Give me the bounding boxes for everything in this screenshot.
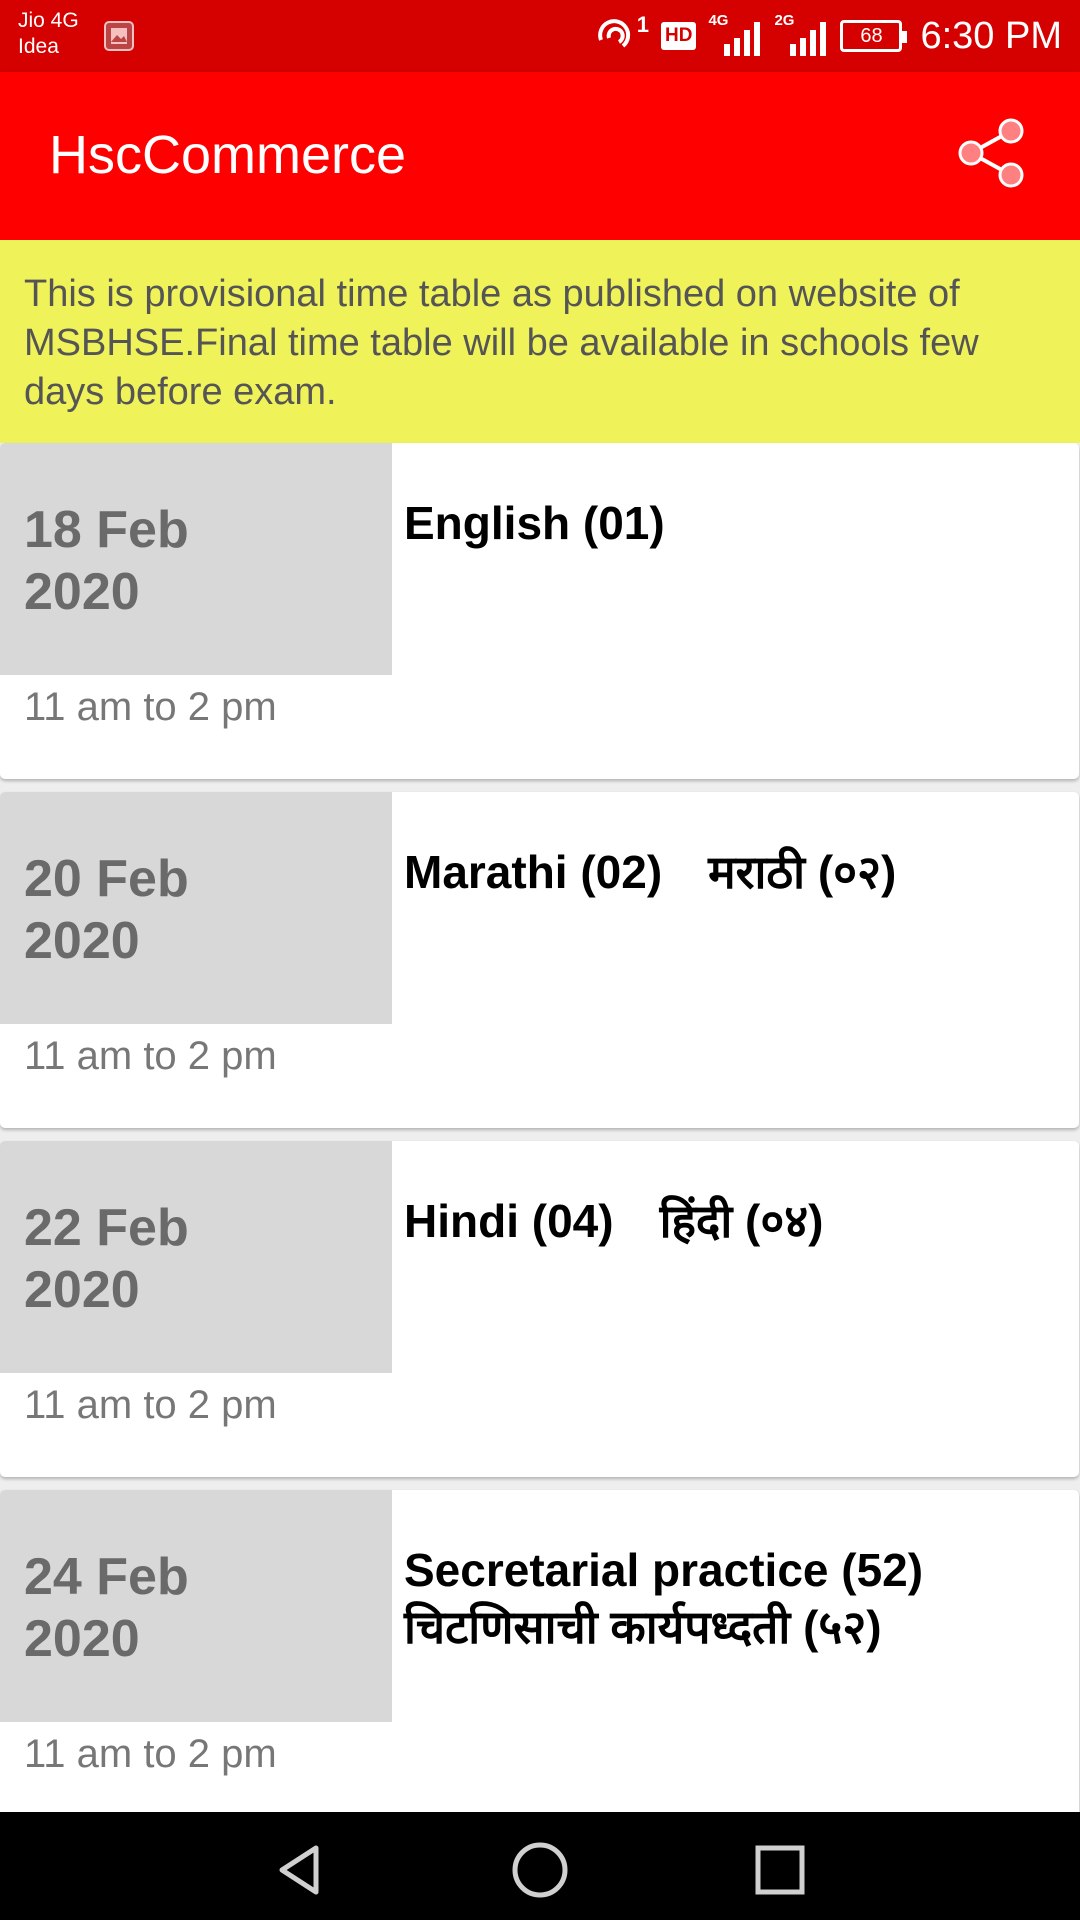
- exam-time: 11 am to 2 pm: [24, 1732, 277, 1776]
- exam-subject-english: English (01): [404, 497, 665, 549]
- exam-card[interactable]: 24 Feb 2020 Secretarial practice (52) चि…: [0, 1490, 1079, 1826]
- exam-card[interactable]: 20 Feb 2020 Marathi (02) मराठी (०२) 11 am…: [0, 792, 1079, 1128]
- sync-icon: [597, 19, 630, 48]
- sync-badge: 1: [636, 12, 650, 37]
- share-button[interactable]: [948, 110, 1034, 196]
- exam-subject-marathi: चिटणिसाची कार्यपध्दती (५२): [404, 1601, 882, 1653]
- exam-date: 20 Feb 2020: [0, 792, 392, 1024]
- home-icon[interactable]: [510, 1840, 570, 1900]
- navigation-bar: [0, 1812, 1080, 1920]
- exam-subject-english: Hindi (04): [404, 1195, 614, 1247]
- exam-date-day: 18 Feb: [24, 501, 189, 559]
- carrier-line-2: Idea: [18, 35, 59, 58]
- carrier-line-1: Jio 4G: [18, 9, 79, 32]
- exam-date-year: 2020: [24, 563, 140, 621]
- sim2-signal-icon: 2G: [774, 12, 828, 60]
- exam-subject: Hindi (04) हिंदी (०४): [404, 1193, 1059, 1250]
- app-bar: HscCommerce: [0, 72, 1080, 240]
- exam-date: 24 Feb 2020: [0, 1490, 392, 1722]
- recents-icon[interactable]: [750, 1840, 810, 1900]
- exam-date-year: 2020: [24, 1261, 140, 1319]
- exam-time: 11 am to 2 pm: [24, 1383, 277, 1427]
- exam-date-day: 22 Feb: [24, 1199, 189, 1257]
- exam-time: 11 am to 2 pm: [24, 1034, 277, 1078]
- exam-subject-marathi: मराठी (०२): [708, 846, 897, 898]
- exam-date: 18 Feb 2020: [0, 443, 392, 675]
- back-icon[interactable]: [270, 1840, 330, 1900]
- exam-date-day: 24 Feb: [24, 1548, 189, 1606]
- carrier-info: Jio 4G Idea: [18, 8, 79, 60]
- exam-date-day: 20 Feb: [24, 850, 189, 908]
- gallery-notification-icon: [104, 21, 134, 51]
- exam-subject-english: Secretarial practice (52): [404, 1544, 924, 1596]
- provisional-notice: This is provisional time table as publis…: [0, 240, 1080, 443]
- exam-date: 22 Feb 2020: [0, 1141, 392, 1373]
- exam-date-year: 2020: [24, 1610, 140, 1668]
- exam-time: 11 am to 2 pm: [24, 685, 277, 729]
- exam-subject-marathi: हिंदी (०४): [659, 1195, 824, 1247]
- exam-card[interactable]: 22 Feb 2020 Hindi (04) हिंदी (०४) 11 am t…: [0, 1141, 1079, 1477]
- share-icon: [958, 118, 1024, 188]
- app-title: HscCommerce: [49, 125, 407, 185]
- exam-subject: English (01): [404, 495, 1059, 552]
- battery-icon: 68: [840, 20, 908, 52]
- status-bar: Jio 4G Idea 1 HD 4G 2G 68 6:30 PM: [0, 0, 1080, 72]
- clock: 6:30 PM: [920, 14, 1062, 57]
- exam-subject: Secretarial practice (52) चिटणिसाची कार्…: [404, 1542, 1059, 1656]
- hd-icon: HD: [661, 22, 697, 50]
- sim1-signal-icon: 4G: [708, 12, 762, 60]
- exam-subject-english: Marathi (02): [404, 846, 663, 898]
- exam-date-year: 2020: [24, 912, 140, 970]
- exam-subject: Marathi (02) मराठी (०२): [404, 844, 1059, 901]
- status-icons: 1 HD 4G 2G 68 6:30 PM: [593, 0, 1062, 72]
- exam-card[interactable]: 18 Feb 2020 English (01) 11 am to 2 pm: [0, 443, 1079, 779]
